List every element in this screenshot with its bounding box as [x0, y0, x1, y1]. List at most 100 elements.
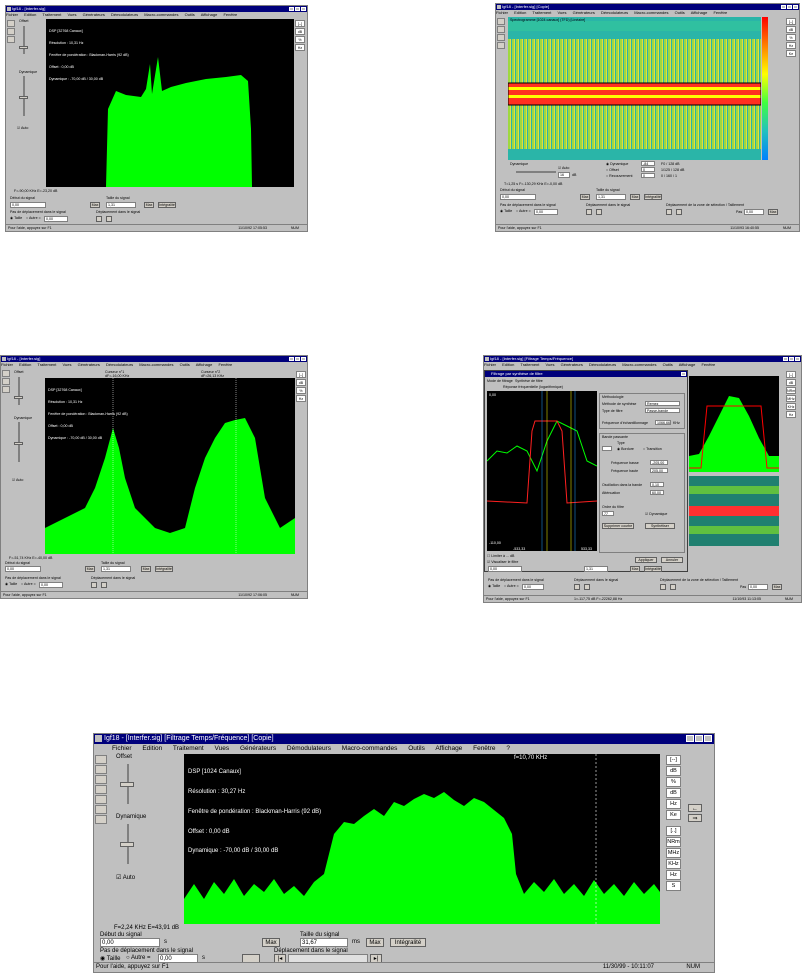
band-number-spinner[interactable]	[602, 446, 612, 451]
osc-input[interactable]: 0,10	[650, 482, 664, 487]
visualiser-checkbox[interactable]: ☑ Visualiser le filtre	[487, 560, 518, 564]
taille-input[interactable]: 1,31	[101, 566, 131, 572]
menu-affichage[interactable]: Affichage	[196, 362, 213, 367]
menu-help[interactable]: ?	[506, 745, 510, 752]
zone-max-button[interactable]: Max	[772, 584, 782, 590]
nrm-button[interactable]: NRm	[666, 837, 681, 847]
ke-button[interactable]: Ke	[786, 50, 796, 57]
auto-checkbox[interactable]: ☑ Auto	[558, 166, 569, 170]
debut-input[interactable]: 0,00	[10, 202, 46, 208]
maximize-button[interactable]	[789, 357, 794, 361]
autre-radio[interactable]: ○ Autre =	[516, 209, 531, 213]
synthetiser-button[interactable]: Synthétiser	[645, 523, 675, 529]
recouv-value-field[interactable]: 0	[641, 173, 655, 178]
menu-vues[interactable]: Vues	[68, 12, 77, 17]
type-select[interactable]: Passe-bande	[645, 408, 680, 413]
menu-outils[interactable]: Outils	[663, 362, 673, 367]
menu-edition[interactable]: Edition	[19, 362, 31, 367]
menu-fenetre[interactable]: Fenêtre	[713, 10, 727, 15]
zone-forward-button[interactable]	[670, 584, 676, 590]
pas-input[interactable]: 0,00	[534, 209, 558, 215]
menu-affichage[interactable]: Affichage	[679, 362, 696, 367]
print-icon[interactable]	[7, 36, 15, 43]
menu-vues[interactable]: Vues	[546, 362, 555, 367]
arrow-right-button[interactable]: ⇒	[688, 814, 702, 822]
menu-fenetre[interactable]: Fenêtre	[473, 745, 495, 752]
minimize-button[interactable]	[289, 357, 294, 361]
integralite-button[interactable]: Intégralité	[155, 566, 173, 572]
menu-outils[interactable]: Outils	[180, 362, 190, 367]
close-button[interactable]	[301, 357, 306, 361]
mhz-button[interactable]: MHz	[786, 395, 796, 402]
zone-back-button[interactable]	[660, 584, 666, 590]
percent-button[interactable]: %	[295, 36, 305, 43]
supprimer-button[interactable]: Supprimer courbe	[602, 523, 634, 529]
maximize-button[interactable]	[295, 7, 300, 11]
max-button-2[interactable]: Max	[630, 194, 640, 200]
db-button[interactable]: dB	[786, 379, 796, 386]
print-icon[interactable]	[95, 775, 107, 784]
offset-slider[interactable]	[18, 377, 20, 405]
taille-radio[interactable]: ◉ Taille	[5, 582, 17, 586]
nrm-button[interactable]: NRm	[786, 387, 796, 394]
menu-traitement[interactable]: Traitement	[37, 362, 56, 367]
menu-macro[interactable]: Macro-commandes	[139, 362, 173, 367]
save-icon[interactable]	[497, 26, 505, 33]
ke-button[interactable]: Ke	[666, 810, 681, 820]
db-button[interactable]: dB	[786, 26, 796, 33]
scale-button[interactable]: [--]	[296, 371, 306, 378]
zone-input[interactable]: 0,00	[744, 209, 764, 215]
open-icon[interactable]	[95, 755, 107, 764]
pas-input[interactable]: 0,00	[39, 582, 63, 588]
debut-input[interactable]: 0,00	[488, 566, 522, 572]
menu-vues[interactable]: Vues	[215, 745, 230, 752]
minimize-button[interactable]	[781, 5, 786, 9]
menu-generateurs[interactable]: Générateurs	[83, 12, 105, 17]
max-button-1[interactable]: Max	[90, 202, 100, 208]
menu-generateurs[interactable]: Générateurs	[78, 362, 100, 367]
fhaute-input[interactable]: 205,00	[650, 468, 668, 473]
close-button[interactable]	[793, 5, 798, 9]
auto-checkbox[interactable]: ☑ Auto	[116, 874, 135, 881]
percent-button[interactable]: %	[786, 34, 796, 41]
step-forward-button[interactable]	[106, 216, 112, 222]
menu-edition[interactable]: Edition	[142, 745, 162, 752]
debut-input[interactable]: 0,00	[5, 566, 41, 572]
menu-affichage[interactable]: Affichage	[691, 10, 708, 15]
dyn-input[interactable]: 16	[558, 172, 570, 178]
integralite-button[interactable]: Intégralité	[390, 938, 426, 947]
appliquer-button[interactable]: Appliquer	[635, 557, 657, 563]
hz-button[interactable]: Hz	[786, 42, 796, 49]
debut-input[interactable]: 0,00	[500, 194, 536, 200]
s-button[interactable]: S	[666, 881, 681, 891]
menu-fenetre[interactable]: Fenêtre	[701, 362, 715, 367]
debut-input[interactable]: 0,00	[100, 938, 160, 947]
menu-vues[interactable]: Vues	[63, 362, 72, 367]
save-icon[interactable]	[2, 378, 10, 385]
annuler-button[interactable]: Annuler	[661, 557, 683, 563]
menu-fichier[interactable]: Fichier	[6, 12, 18, 17]
fbasse-input[interactable]: -205,00	[650, 460, 668, 465]
close-button[interactable]	[795, 357, 800, 361]
minimize-button[interactable]	[783, 357, 788, 361]
open-icon[interactable]	[2, 370, 10, 377]
menu-outils[interactable]: Outils	[675, 10, 685, 15]
max-button[interactable]: Max	[630, 566, 640, 572]
hz-button[interactable]: Hz	[786, 411, 796, 418]
window-icon[interactable]	[95, 815, 107, 824]
taille-radio[interactable]: ◉ Taille	[100, 955, 120, 962]
freq-input[interactable]: 1066,66	[655, 420, 671, 425]
copy-icon[interactable]	[95, 785, 107, 794]
hz-button[interactable]: Hz	[666, 799, 681, 809]
method-select[interactable]: Remez	[645, 401, 680, 406]
menu-demodulateurs[interactable]: Démodulateurs	[601, 10, 628, 15]
pas-input[interactable]: 0,00	[44, 216, 68, 222]
hz2-button[interactable]: Hz	[666, 870, 681, 880]
filter-icon[interactable]	[95, 795, 107, 804]
att-input[interactable]: 60,00	[650, 490, 664, 495]
taille-input[interactable]: 1,31	[584, 566, 608, 572]
max-button-1[interactable]: Max	[580, 194, 590, 200]
menu-demodulateurs[interactable]: Démodulateurs	[589, 362, 616, 367]
menu-fenetre[interactable]: Fenêtre	[218, 362, 232, 367]
db-button[interactable]: dB	[295, 28, 305, 35]
